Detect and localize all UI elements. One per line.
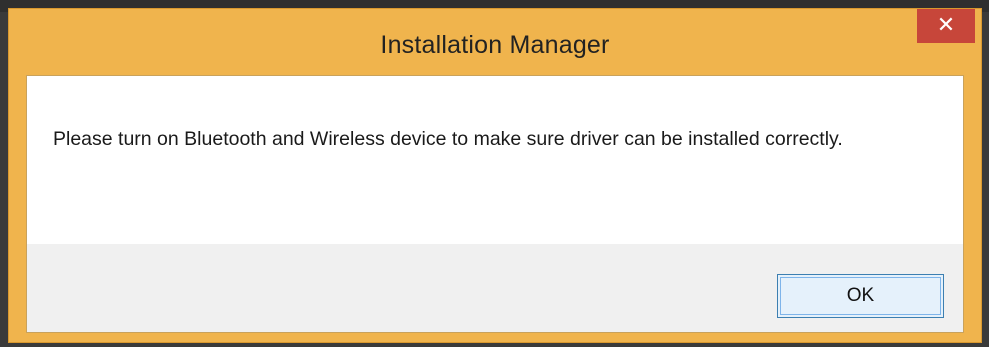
close-icon: ✕ [936, 13, 956, 38]
ok-button[interactable]: OK [777, 274, 944, 318]
dialog-window: Installation Manager ✕ Please turn on Bl… [8, 8, 982, 343]
dialog-message: Please turn on Bluetooth and Wireless de… [53, 128, 843, 150]
title-bar[interactable]: Installation Manager ✕ [9, 9, 981, 75]
window-title: Installation Manager [380, 31, 610, 59]
close-button[interactable]: ✕ [917, 9, 975, 43]
dialog-footer: OK [27, 244, 963, 332]
ok-button-label: OK [846, 285, 875, 306]
dialog-content: Please turn on Bluetooth and Wireless de… [26, 75, 964, 333]
